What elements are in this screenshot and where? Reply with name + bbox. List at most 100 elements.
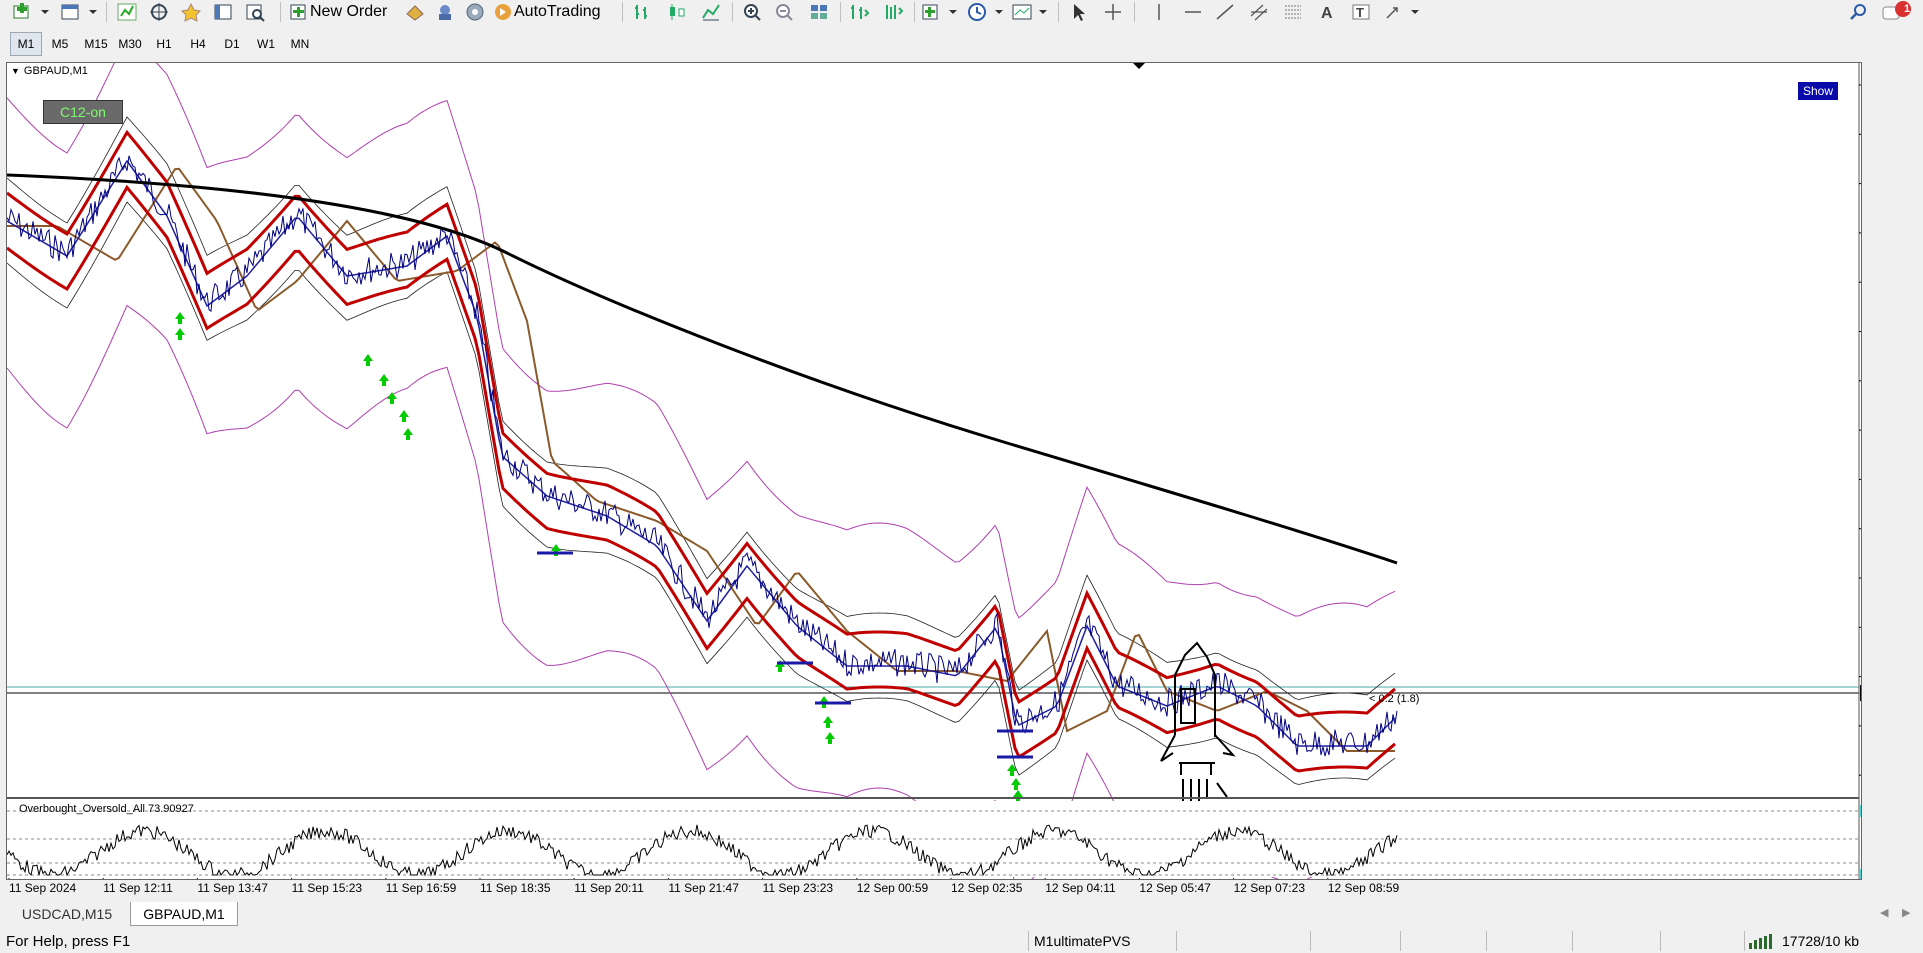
timeframe-h4[interactable]: H4: [182, 32, 214, 56]
time-axis-label: 12 Sep 08:59: [1327, 881, 1400, 895]
bar-chart-icon[interactable]: [630, 1, 656, 23]
channel-icon[interactable]: [1246, 1, 1272, 23]
timeframe-m15[interactable]: M15: [78, 32, 114, 56]
signals-icon[interactable]: [432, 1, 458, 23]
indicators-icon[interactable]: [920, 1, 960, 23]
buy-arrow-icon: [1007, 764, 1017, 776]
text-tool-icon[interactable]: A: [1314, 1, 1340, 23]
time-axis-label: 12 Sep 02:35: [951, 881, 1023, 895]
chart-shift-icon[interactable]: [846, 1, 872, 23]
tab-scroll-right-icon[interactable]: ▶: [1902, 906, 1910, 919]
indicator-plot: [7, 801, 1859, 877]
ma-brown: [7, 167, 1395, 752]
horizontal-line-icon[interactable]: [1180, 1, 1206, 23]
time-axis-label: 11 Sep 13:47: [197, 881, 268, 895]
time-axis-label: 11 Sep 18:35: [480, 881, 551, 895]
chart-window[interactable]: 1.967701.966351.965051.963701.962401.961…: [6, 62, 1862, 895]
show-button[interactable]: Show: [1797, 81, 1839, 101]
timeframe-m1[interactable]: M1: [10, 32, 42, 56]
autotrading-label: AutoTrading: [514, 3, 601, 20]
new-order-icon: [290, 4, 306, 20]
collapse-arrow-icon[interactable]: ▼: [11, 66, 20, 76]
zoom-out-icon[interactable]: [772, 1, 798, 23]
market-icon[interactable]: [462, 1, 488, 23]
profiles-icon[interactable]: [58, 1, 100, 23]
buy-arrow-icon: [823, 716, 833, 728]
buy-arrow-icon: [399, 410, 409, 422]
tab-gbpaud-m1[interactable]: GBPAUD,M1: [130, 902, 238, 926]
templates-icon[interactable]: [1010, 1, 1050, 23]
red-band-lower: [7, 184, 1396, 773]
vertical-line-icon[interactable]: [1146, 1, 1172, 23]
current-price-tag: [1860, 685, 1861, 701]
line-chart-icon[interactable]: [698, 1, 724, 23]
svg-text:T: T: [1356, 5, 1364, 20]
c12-on-button[interactable]: C12-on: [43, 100, 123, 124]
bollinger-lower: [7, 304, 1396, 879]
chart-tabs: USDCAD,M15 GBPAUD,M1 ◀ ▶: [0, 902, 1923, 926]
ma-blue: [7, 159, 1396, 747]
price-plot: [7, 63, 1859, 879]
timeframe-m30[interactable]: M30: [112, 32, 148, 56]
buy-arrow-icon: [1013, 790, 1023, 802]
time-axis-label: 12 Sep 00:59: [856, 881, 929, 895]
time-axis-label: 12 Sep 05:47: [1139, 881, 1211, 895]
buy-arrow-icon: [825, 732, 835, 744]
time-axis-label: 12 Sep 04:11: [1045, 881, 1116, 895]
autotrading-button[interactable]: AutoTrading: [492, 1, 614, 23]
time-axis-label: 11 Sep 15:23: [291, 881, 363, 895]
crosshair-icon[interactable]: [1100, 1, 1126, 23]
market-watch-icon[interactable]: [114, 1, 140, 23]
arrows-tool-icon[interactable]: [1382, 1, 1422, 23]
favorites-icon[interactable]: [178, 1, 204, 23]
buy-arrow-icon: [403, 428, 413, 440]
tab-usdcad-m15[interactable]: USDCAD,M15: [6, 902, 128, 925]
strategy-tester-icon[interactable]: [242, 1, 268, 23]
timeframe-h1[interactable]: H1: [148, 32, 180, 56]
buy-arrow-icon: [379, 374, 389, 386]
text-label-icon[interactable]: T: [1348, 1, 1374, 23]
cursor-icon[interactable]: [1066, 1, 1092, 23]
notification-count: 1: [1903, 3, 1911, 15]
buy-arrow-icon: [387, 392, 397, 404]
tile-windows-icon[interactable]: [806, 1, 832, 23]
buy-arrow-icon: [1011, 778, 1021, 790]
buy-arrow-icon: [175, 312, 185, 324]
buy-arrow-icon: [175, 328, 185, 340]
tab-scroll-left-icon[interactable]: ◀: [1880, 906, 1888, 919]
time-axis-labels: 11 Sep 2024 11 Sep 12:11 11 Sep 13:47 11 Se…: [7, 879, 1861, 897]
time-axis-label: 11 Sep 23:23: [762, 881, 834, 895]
candlestick-icon[interactable]: [664, 1, 690, 23]
fibonacci-icon[interactable]: [1280, 1, 1306, 23]
status-bar: For Help, press F1 M1ultimatePVS 17728/1…: [0, 929, 1923, 953]
new-chart-icon[interactable]: [10, 1, 52, 23]
timeframe-d1[interactable]: D1: [216, 32, 248, 56]
new-order-button[interactable]: New Order: [288, 1, 398, 23]
indicator-label: Overbought_Oversold_All 73.90927: [19, 803, 194, 815]
time-axis-label: 11 Sep 16:59: [385, 881, 457, 895]
price-axis: 1.967701.966351.965051.963701.962401.961…: [7, 63, 1861, 879]
navigator-icon[interactable]: [146, 1, 172, 23]
svg-text:A: A: [1321, 5, 1333, 22]
timeframe-mn[interactable]: MN: [284, 32, 316, 56]
zoom-in-icon[interactable]: [740, 1, 766, 23]
timeframe-m5[interactable]: M5: [44, 32, 76, 56]
autotrading-icon: [495, 4, 511, 20]
price-line: [7, 155, 1398, 757]
search-icon[interactable]: [1846, 1, 1872, 23]
autoscroll-icon[interactable]: [880, 1, 906, 23]
trendline-icon[interactable]: [1212, 1, 1238, 23]
time-axis-label: 11 Sep 2024: [9, 881, 77, 895]
timeframe-bar: M1 M5 M15 M30 H1 H4 D1 W1 MN: [0, 29, 340, 57]
timeframe-w1[interactable]: W1: [250, 32, 282, 56]
experts-icon[interactable]: [402, 1, 428, 23]
main-toolbar: New Order AutoTrading A T 1: [0, 0, 1923, 24]
notifications-icon[interactable]: 1: [1880, 1, 1914, 23]
help-text: For Help, press F1: [6, 933, 131, 950]
time-axis-label: 12 Sep 07:23: [1233, 881, 1305, 895]
chart-canvas[interactable]: 1.967701.966351.965051.963701.962401.961…: [7, 63, 1861, 879]
buy-arrow-icon: [363, 354, 373, 366]
periods-icon[interactable]: [966, 1, 1006, 23]
terminal-icon[interactable]: [210, 1, 236, 23]
bollinger-upper: [7, 63, 1396, 619]
